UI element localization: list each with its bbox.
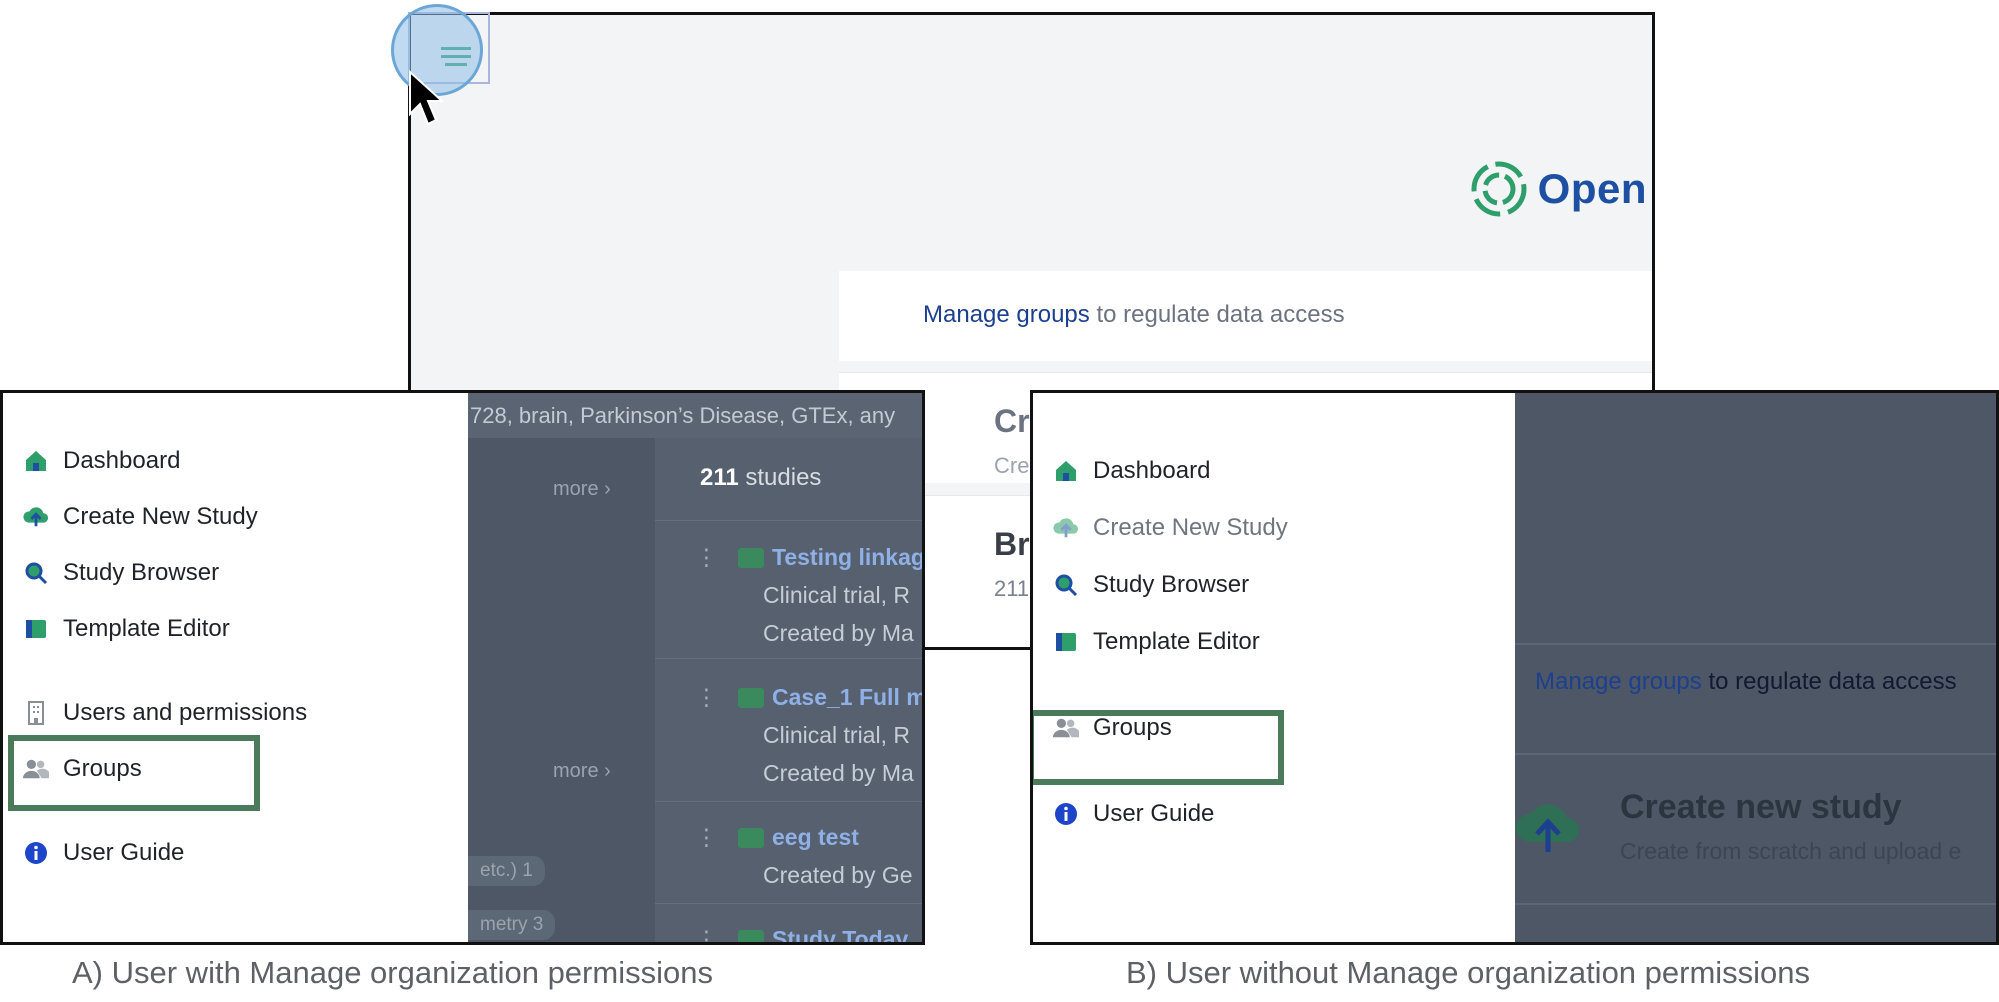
cloud-upload-icon <box>1515 804 1579 852</box>
filter-chip[interactable]: metry 3 <box>468 910 556 940</box>
folder-icon <box>738 548 764 568</box>
folder-icon <box>738 688 764 708</box>
create-new-study-title: Create new study <box>1620 788 1902 826</box>
kebab-menu-icon[interactable]: ⋮ <box>695 926 718 942</box>
menu-item-create-new-study[interactable]: Create New Study <box>1053 514 1288 542</box>
menu-item-user-guide[interactable]: User Guide <box>1053 800 1214 828</box>
manage-groups-link[interactable]: Manage groups <box>1535 668 1702 695</box>
mouse-cursor-icon <box>409 70 445 126</box>
house-icon <box>1053 458 1079 484</box>
kebab-menu-icon[interactable]: ⋮ <box>695 824 718 850</box>
panel-a-with-permissions: 728, brain, Parkinson’s Disease, GTEx, a… <box>0 390 925 945</box>
template-icon <box>1053 629 1079 655</box>
menu-item-users-permissions[interactable]: Users and permissions <box>23 699 307 727</box>
folder-icon <box>738 930 764 942</box>
caption-a: A) User with Manage organization permiss… <box>72 955 713 990</box>
cloud-upload-icon <box>1053 515 1079 541</box>
menu-item-template-editor[interactable]: Template Editor <box>23 615 230 643</box>
study-count: 211 studies <box>700 464 822 491</box>
browse-card-title: Br <box>994 526 1030 562</box>
filter-chip[interactable]: etc.) 1 <box>468 856 545 886</box>
list-item[interactable]: ⋮ Study Today <box>695 920 908 942</box>
banner-rest-text: to regulate data access <box>1089 301 1345 328</box>
sidebar-menu: Dashboard Create New Study Study Browser… <box>3 393 468 942</box>
menu-item-study-browser[interactable]: Study Browser <box>1053 571 1249 599</box>
search-icon <box>1053 572 1079 598</box>
list-item[interactable]: ⋮ Case_1 Full m Clinical trial, R Created… <box>695 678 922 792</box>
menu-item-study-browser[interactable]: Study Browser <box>23 559 219 587</box>
groups-highlight-box <box>1033 710 1284 785</box>
kebab-menu-icon[interactable]: ⋮ <box>695 544 718 570</box>
logo-text: Open <box>1537 165 1647 212</box>
manage-groups-banner: Manage groups to regulate data access <box>1535 668 1957 696</box>
caption-b: B) User without Manage organization perm… <box>1126 955 1811 990</box>
open-logo-icon <box>1471 161 1527 217</box>
groups-highlight-box <box>8 735 260 811</box>
menu-item-create-new-study[interactable]: Create New Study <box>23 503 258 531</box>
browse-card-subtitle: 211 <box>994 576 1030 601</box>
menu-item-template-editor[interactable]: Template Editor <box>1053 628 1260 656</box>
dimmed-dashboard: Manage groups to regulate data access Cr… <box>1515 393 1996 942</box>
menu-item-dashboard[interactable]: Dashboard <box>1053 457 1210 485</box>
info-icon <box>1053 801 1079 827</box>
banner-text: Manage groups to regulate data access <box>923 301 1345 329</box>
panel-b-without-permissions: Manage groups to regulate data access Cr… <box>1030 390 1999 945</box>
banner-rest-text: to regulate data access <box>1701 668 1957 695</box>
menu-item-user-guide[interactable]: User Guide <box>23 839 184 867</box>
cloud-upload-icon <box>23 504 49 530</box>
manage-groups-link[interactable]: Manage groups <box>923 301 1090 328</box>
template-icon <box>23 616 49 642</box>
app-logo: Open <box>1470 160 1647 218</box>
create-card-title: Cr <box>994 403 1030 439</box>
search-strip: 728, brain, Parkinson’s Disease, GTEx, a… <box>468 393 922 438</box>
list-item[interactable]: ⋮ eeg test Created by Ge <box>695 818 913 894</box>
create-card-subtitle: Cre <box>994 453 1030 478</box>
house-icon <box>23 448 49 474</box>
create-new-study-subtitle: Create from scratch and upload e <box>1620 838 1962 864</box>
menu-item-dashboard[interactable]: Dashboard <box>23 447 180 475</box>
study-list: 211 studies ⋮ Testing linkag Clinical tri… <box>655 438 922 942</box>
more-filter-link-2[interactable]: more › <box>553 760 611 783</box>
info-icon <box>23 840 49 866</box>
list-item[interactable]: ⋮ Testing linkag Clinical trial, R Create… <box>695 538 922 652</box>
kebab-menu-icon[interactable]: ⋮ <box>695 684 718 710</box>
sidebar-menu: Dashboard Create New Study Study Browser… <box>1033 393 1515 942</box>
folder-icon <box>738 828 764 848</box>
building-icon <box>23 700 49 726</box>
search-icon <box>23 560 49 586</box>
more-filter-link-1[interactable]: more › <box>553 478 611 501</box>
filter-column: more › more › etc.) 1 metry 3 <box>468 438 653 942</box>
manage-groups-banner: Manage groups to regulate data access <box>839 271 1652 361</box>
